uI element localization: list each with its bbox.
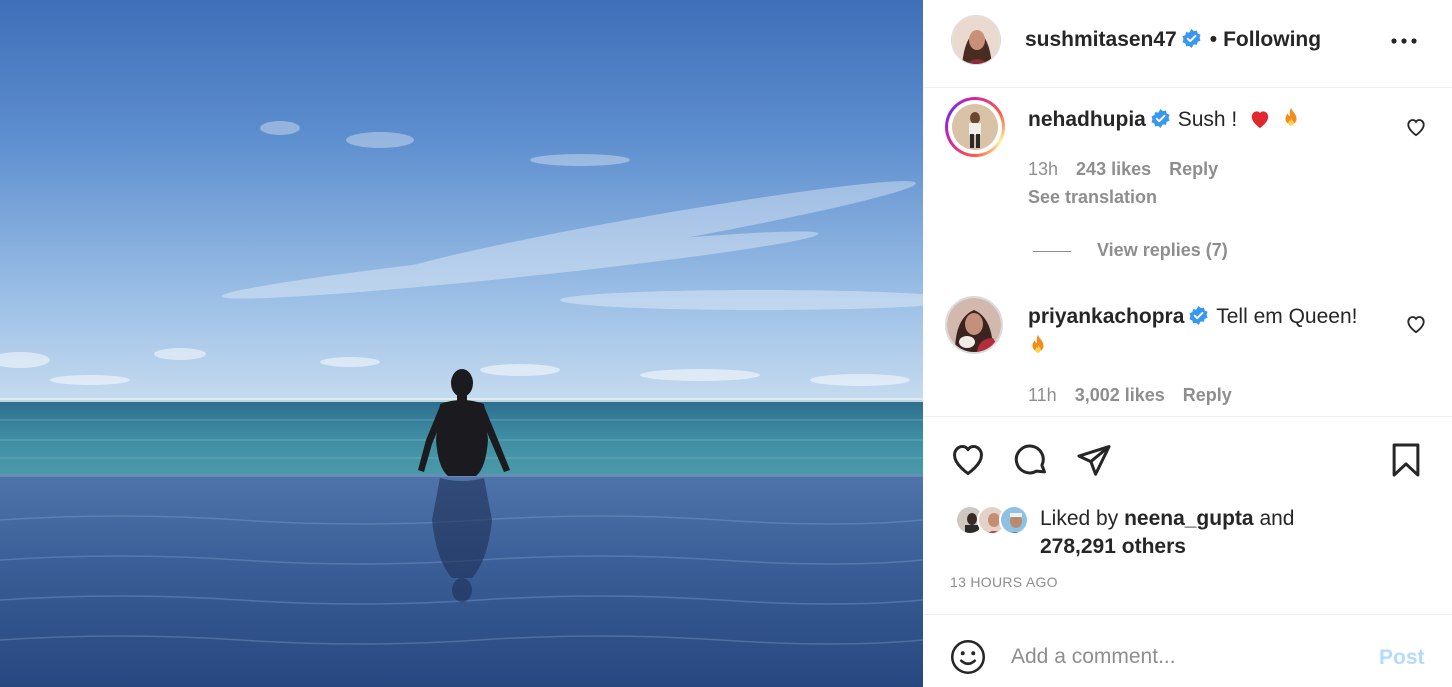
comment-likes[interactable]: 243 likes [1076,159,1151,179]
liker-avatar [999,505,1029,535]
likes-others-link[interactable]: 278,291 others [1040,535,1186,558]
commenter-username[interactable]: priyankachopra [1028,305,1184,328]
comment-like-heart-icon[interactable] [1405,117,1427,137]
comment-input[interactable] [1011,639,1351,675]
avatar-ring-inner [948,100,1002,154]
following-button[interactable]: Following [1223,28,1321,51]
view-replies-label: View replies (7) [1097,240,1228,260]
bookmark-icon[interactable] [1387,441,1425,479]
comment-meta: 13h 243 likes Reply [1028,159,1236,180]
commenter-avatar[interactable] [945,296,1003,354]
more-horizontal-icon[interactable] [1389,31,1419,51]
liker-username[interactable]: neena_gupta [1124,507,1254,530]
comment-like-heart-icon[interactable] [1405,314,1427,334]
post-actions: Liked by neena_gupta and 278,291 others … [923,416,1452,592]
comment-icon[interactable] [1012,441,1050,479]
separator-dot: • [1209,28,1218,51]
comment-likes[interactable]: 3,002 likes [1075,385,1165,405]
post-comment-button[interactable]: Post [1379,646,1425,670]
reply-button[interactable]: Reply [1183,385,1232,405]
heart-icon[interactable] [949,441,987,479]
comment-text: Tell em Queen! [1216,305,1358,328]
comment-body: nehadhupia Sush ! [1028,105,1388,138]
emoji-smiley-icon[interactable] [950,639,986,675]
commenter-avatar [952,104,998,150]
comment-avatar-story-ring[interactable] [945,97,1005,157]
comment-time: 13h [1028,159,1059,179]
post-photo [0,0,923,687]
see-translation-link[interactable]: See translation [1028,187,1157,208]
author-line: sushmitasen47 • Following [1025,28,1321,52]
author-avatar[interactable] [951,15,1001,65]
reply-button[interactable]: Reply [1169,159,1218,179]
verified-badge-icon [1189,304,1208,325]
fire-emoji [1281,107,1301,138]
replies-divider-line [1033,250,1071,252]
post-header: sushmitasen47 • Following [923,0,1452,88]
comment-meta: 11h 3,002 likes Reply [1028,385,1250,406]
red-heart-emoji [1249,108,1271,138]
author-username[interactable]: sushmitasen47 [1025,28,1177,51]
likes-summary: Liked by neena_gupta and 278,291 others [1040,505,1360,561]
commenter-username[interactable]: nehadhupia [1028,108,1146,131]
comment-time: 11h [1028,385,1057,405]
liked-by-conjunction: and [1259,507,1295,530]
fire-emoji [1028,334,1048,365]
comment-text: Sush ! [1177,108,1238,131]
verified-badge-icon [1151,107,1170,128]
view-replies-button[interactable]: View replies (7) [1033,240,1228,261]
post-side-panel: sushmitasen47 • Following nehadhupia Sus… [923,0,1452,687]
post-timestamp: 13 HOURS AGO [950,574,1058,590]
share-icon[interactable] [1075,441,1113,479]
liked-by-prefix: Liked by [1040,507,1119,530]
verified-badge-icon [1182,29,1201,48]
add-comment-bar: Post [923,614,1452,687]
comment-body: priyankachopra Tell em Queen! [1028,302,1388,365]
